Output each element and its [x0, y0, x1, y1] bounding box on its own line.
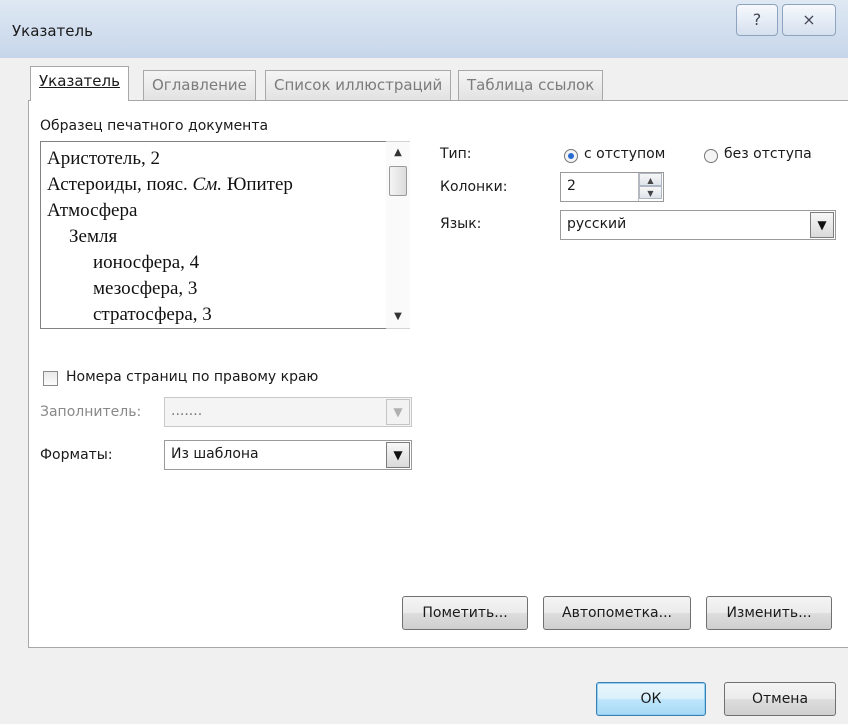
spin-up-icon[interactable]: ▲ — [639, 173, 662, 186]
type-label: Тип: — [440, 146, 472, 162]
tab-table-of-authorities[interactable]: Таблица ссылок — [458, 70, 604, 100]
preview-line: мезосфера, 3 — [93, 278, 198, 299]
help-icon: ? — [752, 10, 762, 29]
scroll-thumb[interactable] — [389, 166, 407, 196]
formats-label: Форматы: — [40, 447, 113, 463]
preview-line: Аристотель, 2 — [47, 148, 161, 169]
cancel-button[interactable]: Отмена — [724, 682, 836, 716]
modify-button[interactable]: Изменить... — [706, 596, 832, 630]
mark-entry-button[interactable]: Пометить... — [402, 596, 528, 630]
preview-line: Атмосфера — [47, 200, 138, 221]
spin-down-icon[interactable]: ▼ — [639, 186, 662, 199]
preview-label: Образец печатного документа — [40, 118, 269, 134]
automark-button[interactable]: Автопометка... — [543, 596, 691, 630]
indented-radio[interactable] — [564, 149, 578, 163]
columns-spinner[interactable]: ▲ ▼ — [638, 173, 662, 201]
close-icon: ⨯ — [802, 10, 816, 29]
run-in-radio[interactable] — [704, 149, 718, 163]
language-select[interactable]: русский — [560, 210, 836, 240]
language-label: Язык: — [440, 216, 482, 232]
leader-select: ....... — [164, 397, 412, 427]
scroll-up-icon[interactable]: ▲ — [386, 144, 410, 162]
title-bar: Указатель ? ⨯ — [0, 0, 848, 58]
indented-label[interactable]: с отступом — [584, 146, 665, 162]
print-preview: Аристотель, 2 Астероиды, пояс. См. Юпите… — [40, 141, 387, 329]
scroll-down-icon[interactable]: ▼ — [386, 308, 410, 326]
help-button[interactable]: ? — [736, 4, 778, 36]
chevron-down-icon[interactable]: ▼ — [386, 442, 410, 468]
chevron-down-icon[interactable]: ▼ — [810, 212, 834, 238]
tab-table-of-contents[interactable]: Оглавление — [143, 70, 256, 100]
chevron-down-icon: ▼ — [386, 399, 410, 425]
preview-line: стратосфера, 3 — [93, 304, 212, 325]
right-align-checkbox[interactable] — [43, 371, 58, 386]
ok-button[interactable]: ОК — [596, 682, 706, 716]
run-in-label[interactable]: без отступа — [724, 146, 812, 162]
close-button[interactable]: ⨯ — [782, 4, 836, 36]
preview-line: Астероиды, пояс. См. Юпитер — [47, 174, 293, 195]
formats-select[interactable]: Из шаблона — [164, 440, 412, 470]
preview-line: ионосфера, 4 — [93, 252, 200, 273]
preview-line: Земля — [69, 226, 118, 247]
leader-label: Заполнитель: — [40, 404, 142, 420]
columns-label: Колонки: — [440, 179, 508, 195]
window-title: Указатель — [12, 22, 93, 40]
preview-scrollbar[interactable]: ▲ ▼ — [386, 141, 410, 329]
right-align-label[interactable]: Номера страниц по правому краю — [66, 369, 318, 385]
tab-index[interactable]: Указатель — [30, 66, 129, 101]
tab-table-of-figures[interactable]: Список иллюстраций — [265, 70, 452, 100]
